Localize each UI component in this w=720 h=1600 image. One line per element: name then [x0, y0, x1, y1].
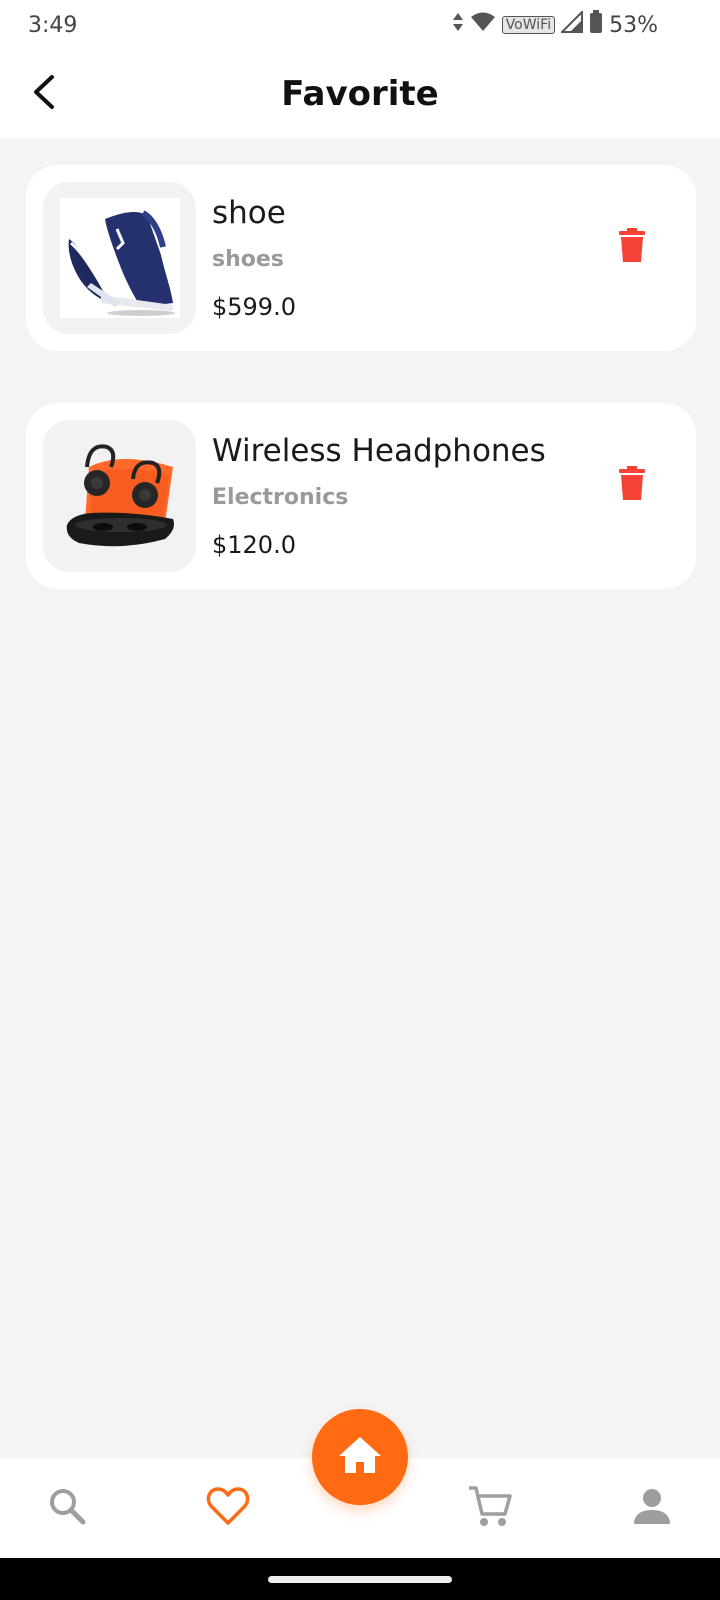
- system-navigation-bar: [0, 1558, 720, 1600]
- favorites-list: shoe shoes $599.0 Wireless Headphones El…: [26, 165, 696, 641]
- earbuds-image: [60, 436, 180, 556]
- battery-percent: 53%: [609, 12, 658, 38]
- battery-icon: [589, 10, 603, 40]
- person-icon: [632, 1486, 672, 1530]
- status-icons: VoWiFi 53%: [452, 9, 658, 40]
- product-price: $599.0: [212, 293, 296, 321]
- search-icon: [47, 1486, 87, 1530]
- gesture-handle[interactable]: [268, 1576, 452, 1583]
- home-icon: [337, 1435, 383, 1479]
- app-bar: Favorite: [0, 50, 720, 138]
- data-arrows-icon: [452, 12, 464, 38]
- delete-button[interactable]: [610, 225, 654, 269]
- signal-icon: [559, 9, 584, 39]
- favorite-item[interactable]: shoe shoes $599.0: [26, 165, 696, 351]
- trash-icon: [619, 466, 645, 504]
- nav-search[interactable]: [37, 1478, 97, 1538]
- nav-profile[interactable]: [622, 1478, 682, 1538]
- back-button[interactable]: [18, 68, 70, 120]
- status-bar: 3:49 VoWiFi 53%: [0, 0, 720, 50]
- trash-icon: [619, 228, 645, 266]
- favorite-item[interactable]: Wireless Headphones Electronics $120.0: [26, 403, 696, 589]
- nav-favorites[interactable]: [198, 1478, 258, 1538]
- product-thumbnail: [43, 182, 196, 334]
- sneaker-image: [59, 198, 180, 318]
- cart-icon: [467, 1484, 513, 1532]
- status-time: 3:49: [28, 12, 78, 38]
- page-title: Favorite: [281, 74, 439, 114]
- wifi-icon: [470, 12, 496, 38]
- chevron-left-icon: [30, 74, 58, 114]
- nav-cart[interactable]: [460, 1478, 520, 1538]
- product-category: Electronics: [212, 485, 349, 510]
- delete-button[interactable]: [610, 463, 654, 507]
- home-button[interactable]: [312, 1409, 408, 1505]
- product-name: Wireless Headphones: [212, 433, 546, 469]
- heart-icon: [206, 1486, 250, 1530]
- vowifi-badge: VoWiFi: [501, 16, 556, 34]
- product-thumbnail: [43, 420, 196, 572]
- product-price: $120.0: [212, 531, 296, 559]
- product-name: shoe: [212, 195, 286, 231]
- product-category: shoes: [212, 247, 284, 272]
